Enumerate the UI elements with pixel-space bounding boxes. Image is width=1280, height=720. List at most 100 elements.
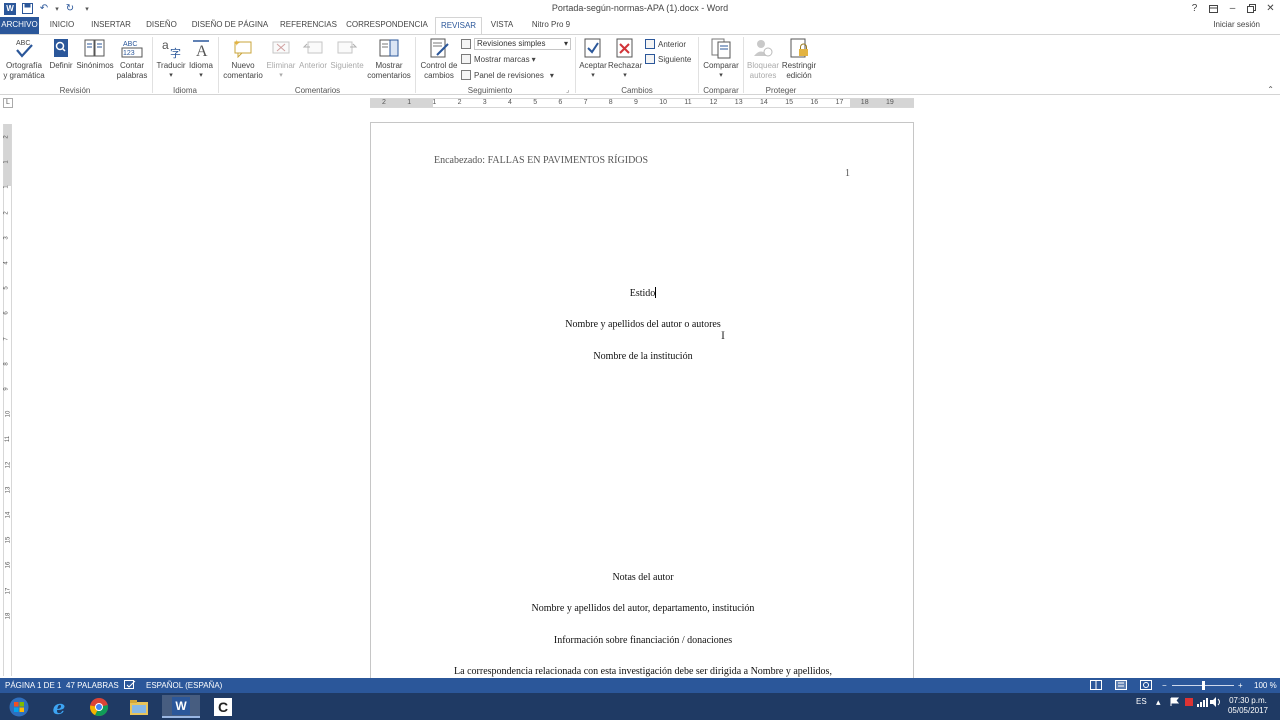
tab-referencias[interactable]: REFERENCIAS (280, 17, 337, 34)
collapse-ribbon-icon[interactable]: ⌃ (1267, 85, 1274, 94)
doc-author-department[interactable]: Nombre y apellidos del autor, departamen… (371, 603, 915, 614)
tab-insertar[interactable]: INSERTAR (88, 17, 134, 34)
previous-comment-button[interactable]: Anterior (297, 37, 329, 71)
block-label-2: autores (749, 71, 777, 80)
doc-institution[interactable]: Nombre de la institución (371, 351, 915, 362)
display-for-review-icon[interactable] (461, 38, 474, 50)
windows-taskbar: e W C ES ▴ 07:30 p.m. 05/05/2017 (0, 693, 1280, 720)
reviewing-pane-button[interactable]: Panel de revisiones ▾ (461, 69, 554, 81)
track-changes-button[interactable]: Control de cambios (418, 37, 460, 81)
input-language[interactable]: ES (1136, 697, 1147, 706)
doc-author-notes[interactable]: Notas del autor (371, 572, 915, 583)
previous-change-icon (645, 39, 655, 49)
ruler-tick-label: 11 (684, 99, 692, 106)
chrome-icon (90, 697, 109, 716)
show-hidden-icons-icon[interactable]: ▴ (1156, 697, 1161, 708)
zoom-level[interactable]: 100 % (1254, 681, 1277, 690)
next-change-button[interactable]: Siguiente (645, 53, 691, 65)
svg-text:字: 字 (170, 46, 181, 59)
volume-icon[interactable] (1210, 697, 1221, 709)
zoom-slider-thumb[interactable] (1201, 681, 1205, 690)
tray-app-icon[interactable] (1184, 697, 1194, 709)
page-header[interactable]: Encabezado: FALLAS EN PAVIMENTOS RÍGIDOS (434, 155, 648, 166)
close-icon[interactable]: ✕ (1261, 0, 1280, 17)
minimize-icon[interactable]: – (1223, 0, 1242, 17)
new-comment-label-1: Nuevo (231, 61, 255, 70)
ruler-tick-label: 10 (659, 99, 667, 106)
web-layout-icon[interactable] (1140, 680, 1152, 692)
help-button[interactable]: ? (1185, 0, 1204, 17)
horizontal-ruler[interactable]: 2 1 1 2 3 4 5 6 7 8 9 10 11 12 13 14 15 16 17 18 19 (370, 98, 914, 108)
restrict-editing-button[interactable]: Restringir edición (781, 37, 817, 81)
taskbar-chrome[interactable] (80, 695, 118, 718)
doc-correspondence[interactable]: La correspondencia relacionada con esta … (371, 666, 915, 677)
ruler-tick-label: 15 (785, 99, 793, 106)
next-comment-button[interactable]: Siguiente (329, 37, 365, 71)
group-label-comentarios: Comentarios (294, 86, 341, 95)
ribbon-display-options-icon[interactable] (1204, 0, 1223, 17)
display-for-review-select[interactable]: Revisiones simples (474, 38, 571, 50)
translate-button[interactable]: a字 Traducir ▾ (155, 37, 187, 81)
clock-date: 05/05/2017 (1227, 706, 1268, 715)
print-layout-icon[interactable] (1115, 680, 1127, 692)
network-icon[interactable] (1197, 697, 1208, 709)
group-separator (152, 37, 153, 93)
tab-selector[interactable]: L (3, 98, 13, 108)
ruler-tick-label: 3 (482, 99, 487, 106)
reviewing-pane-icon (461, 70, 471, 80)
tab-correspondencia[interactable]: CORRESPONDENCIA (346, 17, 428, 34)
tab-vista[interactable]: VISTA (488, 17, 516, 34)
doc-title[interactable]: Estido (630, 288, 656, 299)
tab-inicio[interactable]: INICIO (45, 17, 79, 34)
block-authors-button[interactable]: Bloquear autores (745, 37, 781, 81)
group-separator (415, 37, 416, 93)
page-count[interactable]: PÁGINA 1 DE 1 (5, 681, 61, 690)
doc-authors[interactable]: Nombre y apellidos del autor o autores (371, 319, 915, 330)
taskbar-file-explorer[interactable] (120, 695, 158, 718)
reject-button[interactable]: Rechazar ▾ (608, 37, 642, 81)
tab-nitro-pro[interactable]: Nitro Pro 9 (527, 17, 575, 34)
language-button[interactable]: A Idioma ▾ (187, 37, 215, 81)
delete-comment-button[interactable]: Eliminar ▾ (265, 37, 297, 81)
tracking-dialog-launcher-icon[interactable]: ⌟ (566, 86, 569, 94)
vertical-ruler[interactable]: 2 1 1 2 3 4 5 6 7 8 9 10 11 12 13 14 15 16 17 18 (3, 124, 12, 676)
count-label-1: Contar (119, 61, 144, 70)
mouse-ibeam-cursor-icon: I (721, 328, 725, 342)
network-flag-icon[interactable] (1170, 697, 1180, 709)
spelling-label-2: y gramática (3, 71, 45, 80)
sign-in-link[interactable]: Iniciar sesión (1213, 20, 1260, 29)
group-label-seguimiento: Seguimiento (467, 86, 513, 95)
ruler-tick-label: 14 (760, 99, 768, 106)
start-button[interactable] (0, 695, 38, 718)
language-indicator[interactable]: ESPAÑOL (ESPAÑA) (146, 681, 222, 690)
restrict-label-1: Restringir (781, 61, 817, 70)
restore-icon[interactable] (1242, 0, 1261, 17)
read-mode-icon[interactable] (1090, 680, 1102, 692)
show-comments-button[interactable]: Mostrar comentarios (366, 37, 412, 81)
zoom-out-button[interactable]: − (1162, 681, 1167, 690)
taskbar-word[interactable]: W (162, 695, 200, 718)
doc-title-line[interactable]: Estido (371, 287, 915, 299)
synonyms-button[interactable]: Sinónimos (75, 37, 115, 71)
accept-button[interactable]: Aceptar ▾ (578, 37, 608, 81)
proofing-icon[interactable] (124, 680, 136, 692)
taskbar-internet-explorer[interactable]: e (40, 695, 78, 719)
tab-diseno-de-pagina[interactable]: DISEÑO DE PÁGINA (190, 17, 270, 34)
tab-diseno[interactable]: DISEÑO (143, 17, 180, 34)
document-page[interactable]: Encabezado: FALLAS EN PAVIMENTOS RÍGIDOS… (370, 122, 914, 682)
title-bar: W ↶ ▾ ↻ ▾ Portada-según-normas-APA (1).d… (0, 0, 1280, 17)
taskbar-camtasia[interactable]: C (204, 695, 242, 718)
zoom-in-button[interactable]: + (1238, 681, 1243, 690)
show-markup-button[interactable]: Mostrar marcas ▾ (461, 53, 536, 65)
compare-button[interactable]: Comparar ▾ (701, 37, 741, 81)
doc-funding[interactable]: Información sobre financiación / donacio… (371, 635, 915, 646)
previous-change-button[interactable]: Anterior (645, 38, 686, 50)
tab-revisar[interactable]: REVISAR (435, 17, 482, 35)
tab-archivo[interactable]: ARCHIVO (0, 17, 39, 34)
system-clock[interactable]: 07:30 p.m. 05/05/2017 (1228, 696, 1268, 716)
spelling-grammar-button[interactable]: ABC Ortografía y gramática (3, 37, 45, 81)
define-button[interactable]: Definir (47, 37, 75, 71)
new-comment-button[interactable]: ✦ Nuevo comentario (222, 37, 264, 81)
word-count-button[interactable]: ABC 123 Contar palabras (116, 37, 148, 81)
word-count[interactable]: 47 PALABRAS (66, 681, 119, 690)
